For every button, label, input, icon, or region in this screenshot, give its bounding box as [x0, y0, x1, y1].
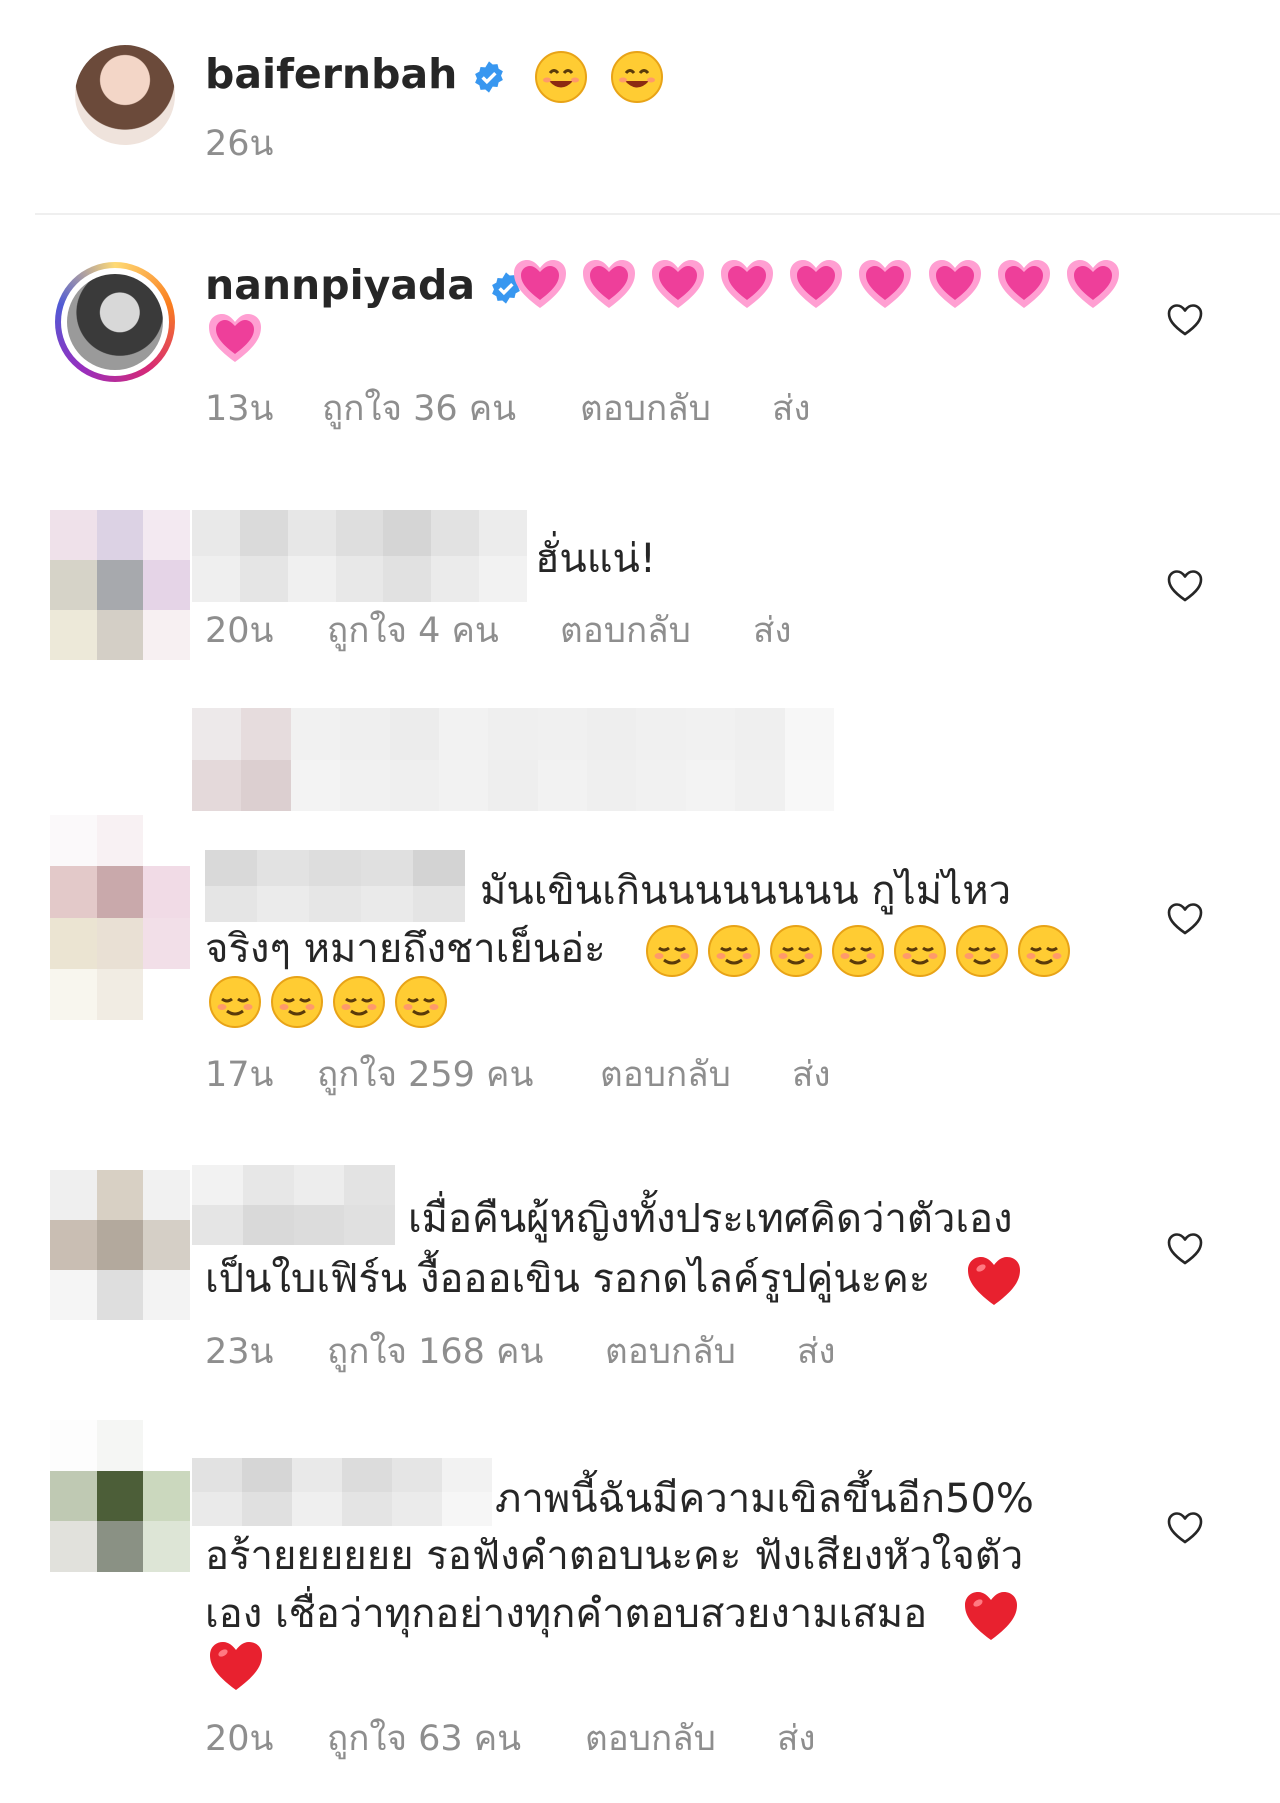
comment-text: ฮั่นแน่! [535, 536, 656, 582]
comment-username-blurred[interactable] [192, 1165, 395, 1245]
comment-text: อร้ายยยยยย รอฟังคำตอบนะคะ ฟังเสียงหัวใจต… [205, 1533, 1024, 1579]
relieved-face-emoji [395, 976, 447, 1028]
growing-heart-emoji [583, 260, 636, 308]
reply-button[interactable]: ตอบกลับ [560, 614, 691, 649]
comment-emoji-row [208, 1640, 272, 1692]
comment-likes[interactable]: ถูกใจ 259 คน [317, 1058, 533, 1093]
comment-username-blurred[interactable] [192, 1458, 492, 1526]
comment-time: 20น [205, 611, 274, 651]
comment-avatar-blurred[interactable] [50, 510, 190, 660]
comment-username[interactable]: nannpiyada [205, 265, 523, 306]
red-heart-emoji [964, 1592, 1017, 1640]
view-replies-blurred[interactable] [192, 708, 834, 811]
comment-likes[interactable]: ถูกใจ 36 คน [322, 392, 516, 427]
like-heart-icon[interactable] [1167, 902, 1203, 936]
smiling-face-emoji [534, 51, 587, 103]
reply-button[interactable]: ตอบกลับ [600, 1058, 731, 1093]
send-button[interactable]: ส่ง [792, 1058, 830, 1093]
relieved-face-emoji [333, 976, 385, 1028]
growing-heart-emoji [1066, 260, 1119, 308]
like-heart-icon[interactable] [1167, 1511, 1203, 1545]
growing-heart-emoji [790, 260, 843, 308]
growing-heart-emoji [928, 260, 981, 308]
like-heart-icon[interactable] [1167, 1232, 1203, 1266]
growing-heart-emoji [997, 260, 1050, 308]
growing-heart-emoji [209, 314, 261, 362]
comment-text: เอง เชื่อว่าทุกอย่างทุกคำตอบสวยงามเสมอ [205, 1585, 1027, 1643]
smiling-face-emoji [611, 51, 664, 103]
comment-likes[interactable]: ถูกใจ 168 คน [327, 1335, 543, 1370]
verified-badge-icon [474, 61, 503, 93]
relieved-face-emoji [646, 925, 699, 977]
comment-time: 20น [205, 1719, 274, 1759]
post-author-username[interactable]: baifernbah [205, 50, 672, 104]
section-divider [35, 213, 1280, 215]
send-button[interactable]: ส่ง [797, 1335, 835, 1370]
relieved-face-emoji [271, 976, 323, 1028]
reply-button[interactable]: ตอบกลับ [605, 1335, 736, 1370]
send-button[interactable]: ส่ง [753, 614, 791, 649]
relieved-face-emoji [209, 976, 261, 1028]
send-button[interactable]: ส่ง [772, 392, 810, 427]
comment-emoji-row [207, 312, 271, 364]
relieved-face-emoji [832, 925, 885, 977]
comment-emoji-row [208, 975, 456, 1029]
comment-text: มันเขินเกินนนนนนนน กูไม่ไหว [480, 868, 1012, 914]
comment-likes[interactable]: ถูกใจ 4 คน [327, 614, 499, 649]
relieved-face-emoji [1018, 925, 1071, 977]
red-heart-emoji [967, 1257, 1020, 1305]
comment-username-blurred[interactable] [205, 850, 465, 922]
send-button[interactable]: ส่ง [777, 1722, 815, 1757]
reply-button[interactable]: ตอบกลับ [580, 392, 711, 427]
comment-emoji-row [512, 258, 1129, 310]
relieved-face-emoji [956, 925, 1009, 977]
comment-text: เมื่อคืนผู้หญิงทั้งประเทศคิดว่าตัวเอง [408, 1196, 1013, 1242]
relieved-face-emoji [708, 925, 761, 977]
comment-avatar-blurred[interactable] [50, 1170, 190, 1320]
growing-heart-emoji [514, 260, 566, 308]
red-heart-emoji [210, 1642, 262, 1690]
comment-avatar-blurred[interactable] [50, 815, 190, 1020]
like-heart-icon[interactable] [1167, 303, 1203, 337]
comment-username-blurred[interactable] [192, 510, 527, 602]
comment-time: 17น [205, 1055, 274, 1095]
comment-avatar[interactable] [55, 262, 175, 382]
relieved-face-emoji [770, 925, 823, 977]
comment-time: 13น [205, 389, 274, 429]
post-author-avatar[interactable] [75, 45, 175, 145]
comment-text: ภาพนี้ฉันมีความเขิลขึ้นอีก50% [495, 1476, 1034, 1522]
relieved-face-emoji [894, 925, 947, 977]
comment-text: เป็นใบเฟิร์น งื้อออเขิน รอกดไลค์รูปคู่นะ… [205, 1250, 1030, 1308]
like-heart-icon[interactable] [1167, 569, 1203, 603]
reply-button[interactable]: ตอบกลับ [585, 1722, 716, 1757]
growing-heart-emoji [859, 260, 912, 308]
growing-heart-emoji [721, 260, 774, 308]
comment-time: 23น [205, 1332, 274, 1372]
growing-heart-emoji [652, 260, 705, 308]
comment-avatar-blurred[interactable] [50, 1420, 190, 1572]
comment-likes[interactable]: ถูกใจ 63 คน [327, 1722, 521, 1757]
comment-text: จริงๆ หมายถึงชาเย็นอ่ะ [205, 920, 1079, 978]
